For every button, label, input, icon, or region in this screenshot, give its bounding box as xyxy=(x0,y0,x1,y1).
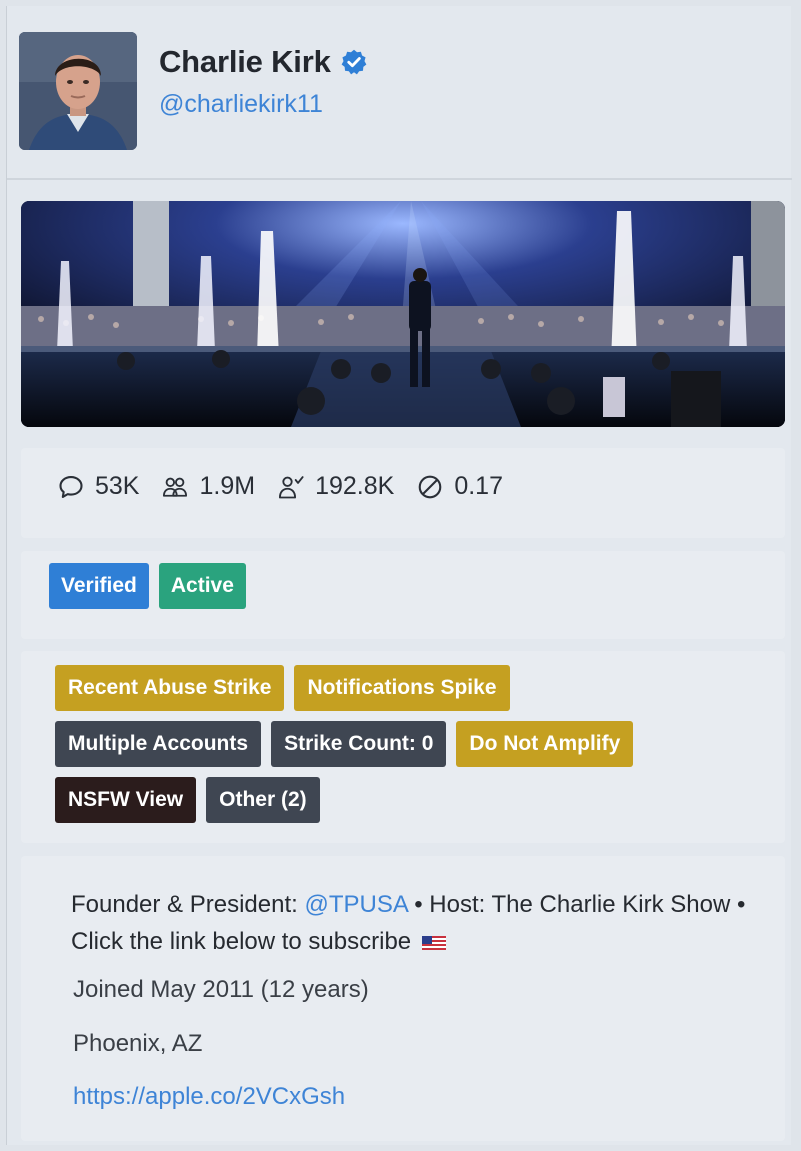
flag-strike-count[interactable]: Strike Count: 0 xyxy=(271,721,447,767)
banner-image xyxy=(21,201,785,427)
avatar[interactable] xyxy=(19,32,137,150)
verified-check-icon xyxy=(341,49,366,75)
joined-date: Joined May 2011 (12 years) xyxy=(73,976,369,1003)
stat-replies-value: 53K xyxy=(95,472,140,500)
user-handle[interactable]: @charliekirk11 xyxy=(159,90,323,119)
bio-card: Founder & President: @TPUSA • Host: The … xyxy=(21,856,785,1141)
group-icon xyxy=(163,477,188,497)
profile-page: Charlie Kirk @charliekirk11 53K 1.9M 192… xyxy=(6,6,792,1145)
speech-bubble-icon xyxy=(59,475,83,498)
stat-following[interactable]: 192.8K xyxy=(277,472,394,501)
ban-circle-icon xyxy=(419,475,442,498)
active-badge[interactable]: Active xyxy=(158,563,246,609)
profile-header: Charlie Kirk @charliekirk11 xyxy=(13,26,783,156)
display-name: Charlie Kirk xyxy=(159,44,331,79)
stat-ratio[interactable]: 0.17 xyxy=(416,472,503,501)
flag-other[interactable]: Other (2) xyxy=(206,777,320,823)
bio-mention-link[interactable]: @TPUSA xyxy=(304,891,407,918)
stats-card: 53K 1.9M 192.8K 0.17 xyxy=(21,448,785,538)
flags-row-3: NSFW View Other (2) xyxy=(55,777,330,823)
flags-card: Recent Abuse Strike Notifications Spike … xyxy=(21,651,785,843)
us-flag-icon xyxy=(421,935,446,950)
location: Phoenix, AZ xyxy=(73,1030,203,1057)
stat-ratio-value: 0.17 xyxy=(454,472,503,500)
bio-prefix: Founder & President: xyxy=(71,891,305,918)
avatar-image xyxy=(19,32,137,150)
header-divider xyxy=(7,178,792,180)
stat-replies[interactable]: 53K xyxy=(57,472,139,501)
stat-followers[interactable]: 1.9M xyxy=(161,472,255,501)
flag-recent-abuse-strike[interactable]: Recent Abuse Strike xyxy=(55,665,285,711)
flags-row-2: Multiple Accounts Strike Count: 0 Do Not… xyxy=(55,721,643,767)
flag-do-not-amplify[interactable]: Do Not Amplify xyxy=(456,721,634,767)
profile-url-link[interactable]: https://apple.co/2VCxGsh xyxy=(73,1083,345,1111)
status-card: Verified Active xyxy=(21,551,785,639)
name-row: Charlie Kirk xyxy=(159,44,368,80)
flags-row-1: Recent Abuse Strike Notifications Spike xyxy=(55,665,520,711)
status-badges: Verified Active xyxy=(49,563,256,609)
flag-nsfw-view[interactable]: NSFW View xyxy=(55,777,197,823)
flag-notifications-spike[interactable]: Notifications Spike xyxy=(294,665,510,711)
user-check-icon xyxy=(279,475,304,498)
flag-multiple-accounts[interactable]: Multiple Accounts xyxy=(55,721,262,767)
stats-row: 53K 1.9M 192.8K 0.17 xyxy=(57,472,525,501)
verified-badge[interactable]: Verified xyxy=(49,563,149,609)
stat-following-value: 192.8K xyxy=(315,472,395,500)
bio-text: Founder & President: @TPUSA • Host: The … xyxy=(71,886,751,960)
stat-followers-value: 1.9M xyxy=(199,472,256,500)
